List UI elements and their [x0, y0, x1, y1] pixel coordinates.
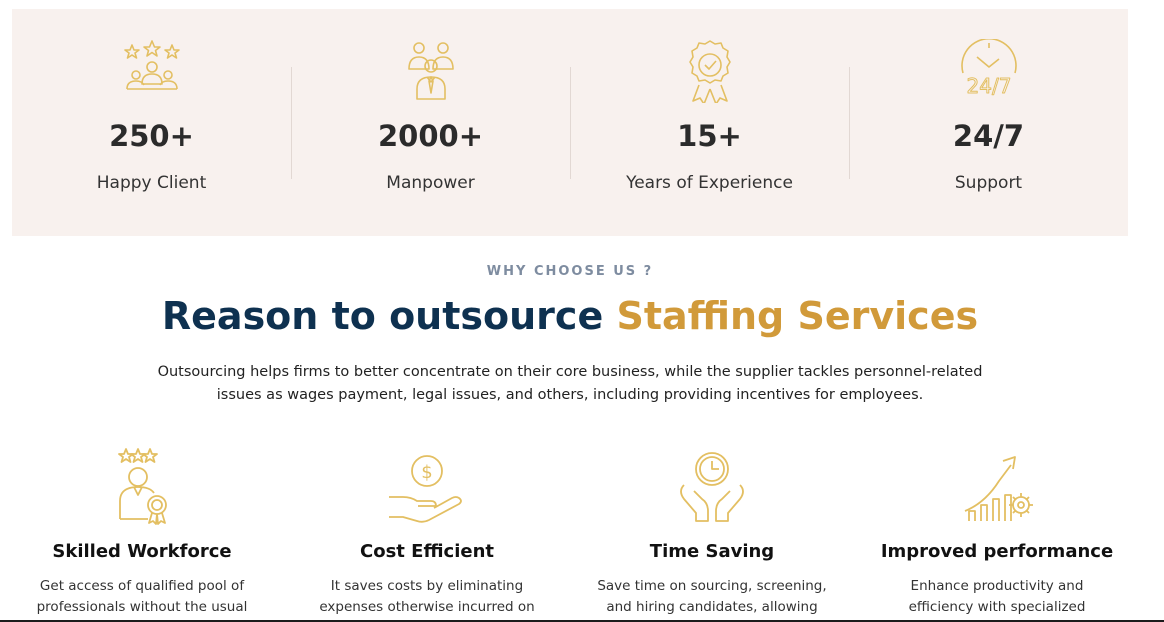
feature-title: Skilled Workforce — [52, 541, 232, 562]
feature-text: It saves costs by eliminating expenses o… — [319, 578, 535, 622]
svg-text:24/7: 24/7 — [966, 74, 1011, 98]
stat-happy-client: 250+ Happy Client — [12, 9, 291, 236]
section-intro: Outsourcing helps firms to better concen… — [157, 364, 983, 403]
feature-improved-performance: Improved performance Enhance productivit… — [862, 445, 1132, 622]
stat-label: Years of Experience — [626, 173, 793, 193]
award-ribbon-icon — [678, 39, 742, 105]
headline-gold-part: Staffing Services — [616, 294, 979, 338]
feature-title: Cost Efficient — [360, 541, 494, 562]
stat-manpower: 2000+ Manpower — [291, 9, 570, 236]
feature-time-saving: Time Saving Save time on sourcing, scree… — [577, 445, 847, 622]
stat-value: 250+ — [109, 119, 194, 153]
feature-skilled-workforce: Skilled Workforce Get access of qualifie… — [7, 445, 277, 618]
growth-chart-icon — [955, 445, 1039, 529]
skilled-worker-icon — [100, 445, 184, 529]
feature-cost-efficient: $ Cost Efficient It saves costs by elimi… — [292, 445, 562, 622]
stat-label: Happy Client — [96, 173, 207, 193]
svg-text:$: $ — [421, 462, 432, 483]
manpower-icon — [399, 39, 463, 103]
stat-value: 24/7 — [952, 119, 1025, 153]
feature-title: Improved performance — [880, 541, 1114, 562]
stat-label: Support — [954, 173, 1023, 193]
happy-client-icon — [120, 39, 184, 103]
feature-text: Save time on sourcing, screening, and hi… — [597, 578, 827, 622]
feature-text: Enhance productivity and efficiency with… — [908, 578, 1086, 622]
stat-value: 15+ — [677, 119, 742, 153]
feature-text: Get access of qualified pool of professi… — [36, 578, 248, 615]
stat-years-experience: 15+ Years of Experience — [570, 9, 849, 236]
section-headline: Reason to outsource Staffing Services — [0, 294, 1140, 338]
clock-hands-icon — [670, 445, 754, 529]
money-hand-icon: $ — [385, 445, 469, 529]
stat-label: Manpower — [386, 173, 475, 193]
headline-dark-part: Reason to outsource — [161, 294, 604, 338]
clock-24-7-icon: 24/7 — [957, 38, 1021, 103]
stats-band: 250+ Happy Client 2000+ Manpower 15+ Yea… — [12, 9, 1128, 236]
section-eyebrow: WHY CHOOSE US ? — [486, 264, 654, 279]
stat-value: 2000+ — [377, 119, 483, 153]
stat-support: 24/7 24/7 Support — [849, 9, 1128, 236]
feature-title: Time Saving — [649, 541, 775, 562]
